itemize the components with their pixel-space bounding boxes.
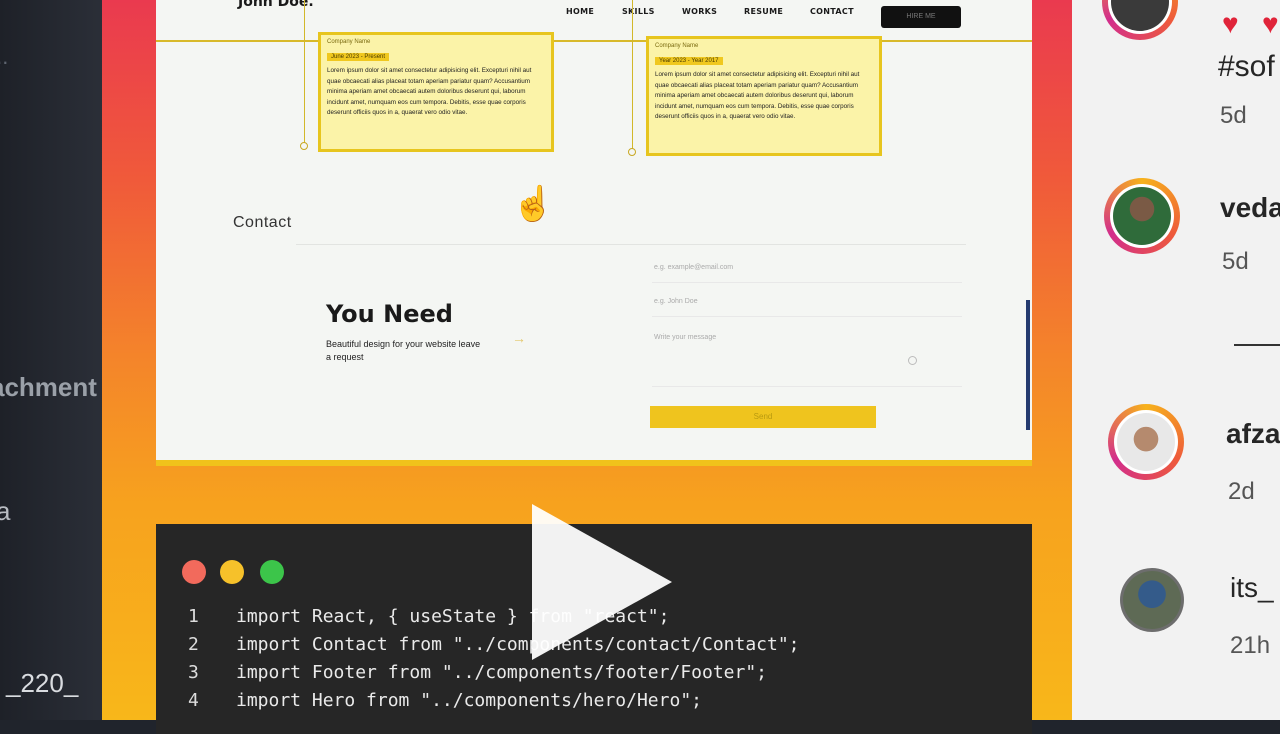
hire-me-button[interactable]: HIRE ME [881,6,961,28]
email-field[interactable]: e.g. example@email.com [652,256,962,283]
contact-heading: Contact [233,214,292,231]
name-placeholder: e.g. John Doe [654,298,698,305]
you-need-subtitle: Beautiful design for your website leave … [326,339,481,362]
nav-resume[interactable]: RESUME [744,7,783,16]
name-field[interactable]: e.g. John Doe [652,290,962,317]
card-title: Company Name [655,43,699,49]
comment-age: 5d [1220,102,1247,129]
timeline-line-right [632,0,633,150]
code-line: 4 import Hero from "../components/hero/He… [188,690,702,711]
bg-text-220: _220_ [6,668,79,698]
you-need-heading: You Need [326,300,453,328]
card-text: Lorem ipsum dolor sit amet consectetur a… [655,71,860,120]
comment-age: 2d [1228,478,1255,505]
card-text: Lorem ipsum dolor sit amet consectetur a… [327,67,532,116]
username[interactable]: afza [1226,418,1280,450]
email-placeholder: e.g. example@email.com [654,264,734,271]
username[interactable]: veda [1220,192,1280,224]
maximize-dot[interactable] [260,560,284,584]
timeline-dot-left [300,142,308,150]
nav-contact[interactable]: CONTACT [810,7,854,16]
experience-card-1: Company Name June 2023 - Present Lorem i… [318,32,554,152]
close-dot[interactable] [182,560,206,584]
minimize-dot[interactable] [220,560,244,584]
hand-cursor-icon: ☝ [512,185,555,223]
timeline-line-left [304,0,305,146]
scrollbar[interactable] [1026,300,1030,430]
arrow-right-icon: → [512,330,526,346]
divider [1234,344,1280,346]
timeline-dot-right [628,148,636,156]
message-placeholder: Write your message [654,334,717,341]
site-logo[interactable]: John Doe. [238,0,314,10]
bg-text-a: a [0,496,11,526]
nav-home[interactable]: HOME [566,7,594,16]
website-preview: John Doe. HOME SKILLS WORKS RESUME CONTA… [156,0,1032,466]
nav-skills[interactable]: SKILLS [622,7,655,16]
heart-icon[interactable]: ♥ [1262,8,1279,40]
bg-text-0: ... [0,44,9,69]
avatar[interactable] [1104,178,1180,254]
divider [296,244,966,245]
bg-text-attachment: achment [0,372,97,402]
card-date: June 2023 - Present [327,53,390,61]
nav-works[interactable]: WORKS [682,7,717,16]
avatar[interactable] [1108,404,1184,480]
textarea-resize-handle[interactable] [908,356,917,365]
code-line: 3 import Footer from "../components/foote… [188,662,768,683]
username[interactable]: its_ [1230,572,1274,604]
send-button[interactable]: Send [650,406,876,428]
card-date: Year 2023 - Year 2017 [655,57,723,65]
comment-age: 21h [1230,632,1271,659]
code-line: 2 import Contact from "../components/cont… [188,634,800,655]
comment-age: 5d [1222,248,1249,275]
site-navbar: John Doe. HOME SKILLS WORKS RESUME CONTA… [156,0,1032,42]
play-icon[interactable] [532,504,672,660]
experience-card-2: Company Name Year 2023 - Year 2017 Lorem… [646,36,882,156]
avatar[interactable] [1114,562,1190,638]
card-title: Company Name [327,39,371,45]
heart-icon[interactable]: ♥ [1222,8,1239,40]
hashtag-text[interactable]: #sof [1218,50,1275,84]
